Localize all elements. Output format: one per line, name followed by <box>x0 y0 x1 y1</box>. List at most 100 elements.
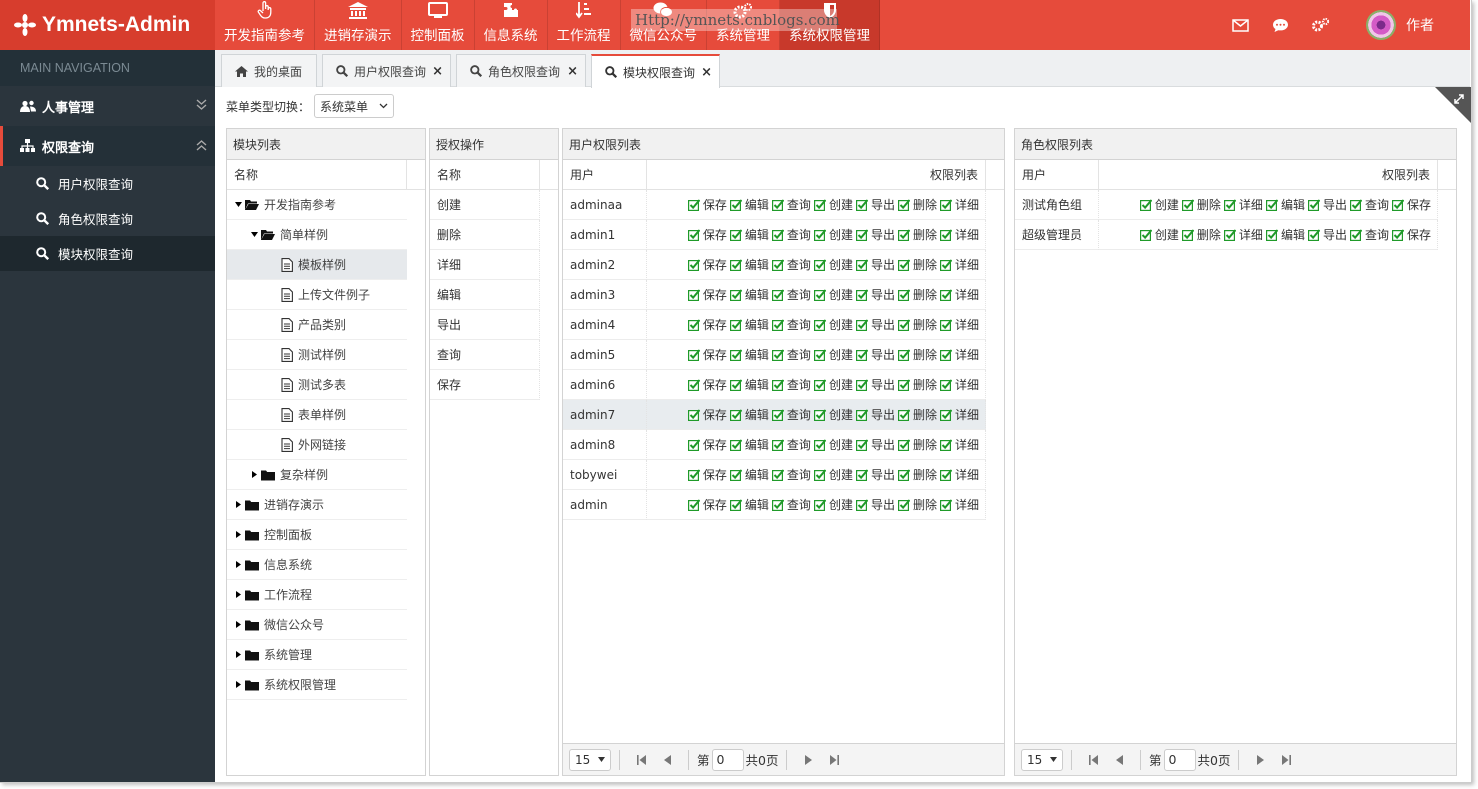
user-cell: admin2 <box>563 250 647 280</box>
tab-role-permission[interactable]: 角色权限查询 × <box>456 54 586 87</box>
caret-down-icon[interactable] <box>249 231 259 238</box>
sidebar-group-hr[interactable]: 人事管理 <box>0 86 215 126</box>
caret-right-icon[interactable] <box>233 561 243 568</box>
permission-label: 导出 <box>870 438 895 452</box>
table-row[interactable]: admin8 保存 编辑 查询 创建 导出 删除 详细 <box>563 430 1004 460</box>
caret-right-icon[interactable] <box>233 501 243 508</box>
tree-node[interactable]: 模板样例 <box>227 250 407 280</box>
caret-right-icon[interactable] <box>233 651 243 658</box>
fullscreen-toggle[interactable] <box>1435 87 1471 123</box>
table-row[interactable]: 超级管理员 创建 删除 详细 编辑 导出 查询 保存 <box>1015 220 1456 250</box>
check-icon <box>771 259 784 271</box>
sidebar-item-module-permission[interactable]: 模块权限查询 <box>0 236 215 271</box>
next-page-button[interactable] <box>795 754 821 765</box>
table-row[interactable]: admin5 保存 编辑 查询 创建 导出 删除 详细 <box>563 340 1004 370</box>
topnav-dev-guide[interactable]: 开发指南参考 <box>215 0 315 50</box>
menu-type-select[interactable]: 系统菜单 <box>314 94 395 118</box>
tree-node[interactable]: 进销存演示 <box>227 490 407 520</box>
close-icon[interactable]: × <box>432 64 443 79</box>
table-row[interactable]: 编辑 <box>430 280 540 310</box>
last-page-button[interactable] <box>1273 754 1299 765</box>
tree-node[interactable]: 测试样例 <box>227 340 407 370</box>
sidebar-item-user-permission[interactable]: 用户权限查询 <box>0 166 215 201</box>
topnav-inventory[interactable]: 进销存演示 <box>315 0 402 50</box>
check-icon <box>897 259 910 271</box>
tree-node[interactable]: 上传文件例子 <box>227 280 407 310</box>
table-row[interactable]: admin6 保存 编辑 查询 创建 导出 删除 详细 <box>563 370 1004 400</box>
table-row[interactable]: admin1 保存 编辑 查询 创建 导出 删除 详细 <box>563 220 1004 250</box>
folder-icon <box>245 620 259 630</box>
close-icon[interactable]: × <box>701 65 712 80</box>
column-header-perms[interactable]: 权限列表 <box>1099 159 1438 190</box>
mail-button[interactable] <box>1220 0 1260 50</box>
column-header-user[interactable]: 用户 <box>1015 159 1099 190</box>
module-tree: 开发指南参考 简单样例 模板样例 上传文件例子 产品类别 测试样例 测试多表 表单样例 外网链接… <box>227 190 425 700</box>
table-row[interactable]: admin4 保存 编辑 查询 创建 导出 删除 详细 <box>563 310 1004 340</box>
tree-node[interactable]: 系统权限管理 <box>227 670 407 700</box>
user-grid-header: 用户 权限列表 <box>563 159 1004 190</box>
close-icon[interactable]: × <box>567 64 578 79</box>
table-row[interactable]: admin 保存 编辑 查询 创建 导出 删除 详细 <box>563 490 1004 520</box>
column-header-user[interactable]: 用户 <box>563 159 647 190</box>
next-page-button[interactable] <box>1247 754 1273 765</box>
tree-node[interactable]: 开发指南参考 <box>227 190 407 220</box>
table-row[interactable]: adminaa 保存 编辑 查询 创建 导出 删除 详细 <box>563 190 1004 220</box>
tree-node[interactable]: 测试多表 <box>227 370 407 400</box>
page-size-select[interactable]: 15 <box>1021 748 1063 771</box>
first-page-button[interactable] <box>1080 754 1106 765</box>
page-number-input[interactable]: 0 <box>1163 748 1196 771</box>
tree-node[interactable]: 表单样例 <box>227 400 407 430</box>
table-row[interactable]: admin7 保存 编辑 查询 创建 导出 删除 详细 <box>563 400 1004 430</box>
tree-node[interactable]: 微信公众号 <box>227 610 407 640</box>
table-row[interactable]: 删除 <box>430 220 540 250</box>
tab-desktop[interactable]: 我的桌面 <box>221 54 317 87</box>
column-header-perms[interactable]: 权限列表 <box>647 159 986 190</box>
tab-user-permission[interactable]: 用户权限查询 × <box>322 54 451 87</box>
table-row[interactable]: 创建 <box>430 190 540 220</box>
table-row[interactable]: tobywei 保存 编辑 查询 创建 导出 删除 详细 <box>563 460 1004 490</box>
last-page-button[interactable] <box>821 754 847 765</box>
tree-node[interactable]: 复杂样例 <box>227 460 407 490</box>
page-number-input[interactable]: 0 <box>711 748 744 771</box>
column-header[interactable]: 名称 <box>227 159 407 190</box>
tree-node[interactable]: 工作流程 <box>227 580 407 610</box>
prev-page-button[interactable] <box>654 754 680 765</box>
caret-right-icon[interactable] <box>233 681 243 688</box>
caret-right-icon[interactable] <box>233 621 243 628</box>
page-size-select[interactable]: 15 <box>569 748 611 771</box>
column-header[interactable]: 名称 <box>430 159 540 190</box>
sidebar-item-label: 模块权限查询 <box>58 247 134 262</box>
tree-node[interactable]: 控制面板 <box>227 520 407 550</box>
messages-button[interactable] <box>1260 0 1300 50</box>
check-icon <box>897 289 910 301</box>
tree-node[interactable]: 产品类别 <box>227 310 407 340</box>
table-row[interactable]: 保存 <box>430 370 540 400</box>
prev-page-button[interactable] <box>1106 754 1132 765</box>
sidebar-item-role-permission[interactable]: 角色权限查询 <box>0 201 215 236</box>
caret-right-icon[interactable] <box>233 591 243 598</box>
check-icon <box>939 468 952 481</box>
settings-button[interactable] <box>1300 0 1340 50</box>
user-menu[interactable]: 作者 <box>1366 10 1470 40</box>
first-page-button[interactable] <box>628 754 654 765</box>
table-row[interactable]: 查询 <box>430 340 540 370</box>
logo[interactable]: Ymnets-Admin <box>0 0 215 50</box>
permission-label: 保存 <box>702 468 727 482</box>
table-row[interactable]: 导出 <box>430 310 540 340</box>
topnav-workflow[interactable]: 工作流程 <box>548 0 621 50</box>
tree-node[interactable]: 系统管理 <box>227 640 407 670</box>
tree-node[interactable]: 信息系统 <box>227 550 407 580</box>
caret-down-icon[interactable] <box>233 201 243 208</box>
table-row[interactable]: 测试角色组 创建 删除 详细 编辑 导出 查询 保存 <box>1015 190 1456 220</box>
tree-node[interactable]: 外网链接 <box>227 430 407 460</box>
tab-module-permission[interactable]: 模块权限查询 × <box>591 54 720 88</box>
topnav-control-panel[interactable]: 控制面板 <box>402 0 475 50</box>
topnav-info-system[interactable]: 信息系统 <box>475 0 548 50</box>
table-row[interactable]: admin2 保存 编辑 查询 创建 导出 删除 详细 <box>563 250 1004 280</box>
tree-node[interactable]: 简单样例 <box>227 220 407 250</box>
table-row[interactable]: admin3 保存 编辑 查询 创建 导出 删除 详细 <box>563 280 1004 310</box>
table-row[interactable]: 详细 <box>430 250 540 280</box>
caret-right-icon[interactable] <box>249 471 259 478</box>
caret-right-icon[interactable] <box>233 531 243 538</box>
sidebar-group-permission-query[interactable]: 权限查询 <box>0 126 215 166</box>
